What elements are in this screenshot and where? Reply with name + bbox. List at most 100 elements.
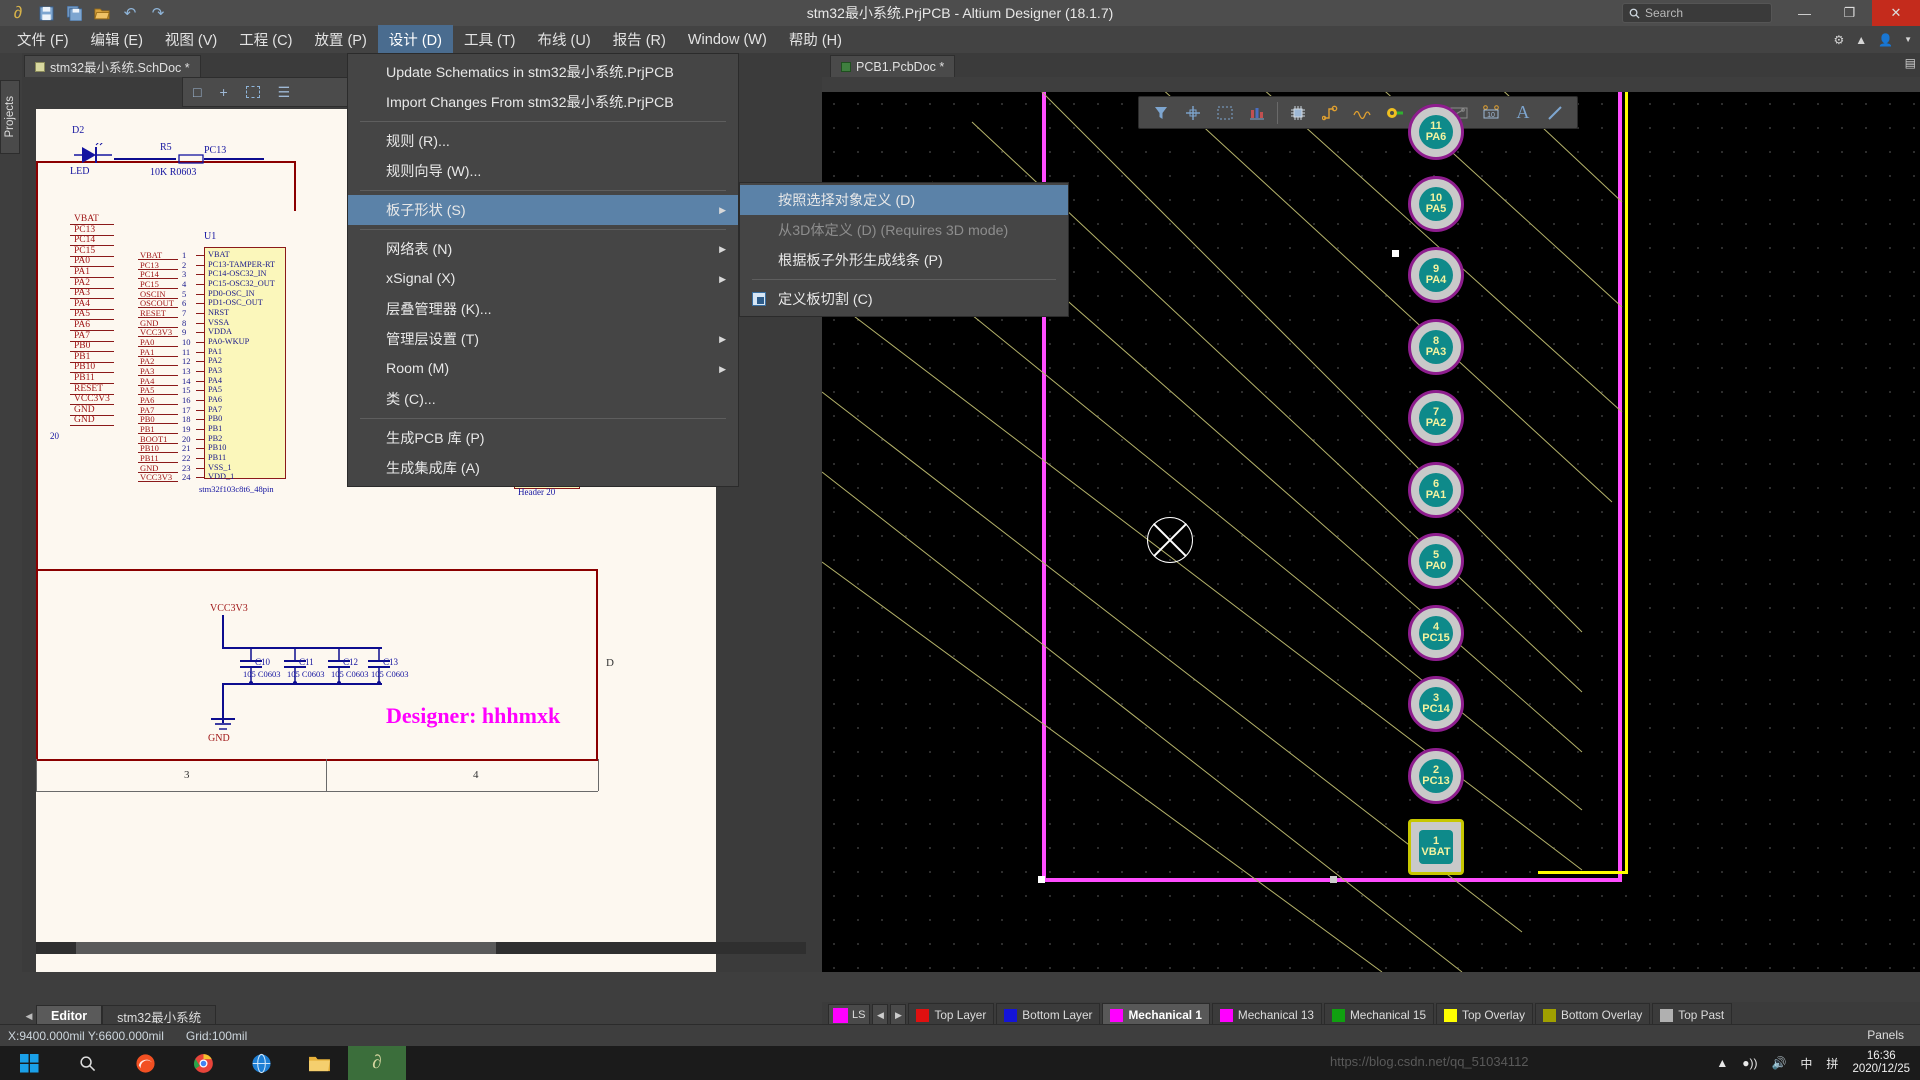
route-trace-icon[interactable] xyxy=(1314,99,1346,127)
save-all-icon[interactable] xyxy=(64,3,84,23)
pcb-pad[interactable]: 8 PA3 xyxy=(1408,318,1464,375)
menu-place[interactable]: 放置 (P) xyxy=(303,25,377,54)
menu-item-xsignal[interactable]: xSignal (X) ▶ xyxy=(348,264,738,294)
pcb-pad[interactable]: 1 VBAT xyxy=(1408,819,1464,875)
differential-pair-icon[interactable] xyxy=(1346,99,1378,127)
menu-item-update-schematics[interactable]: Update Schematics in stm32最小系统.PrjPCB xyxy=(348,57,738,87)
pcb-pad[interactable]: 11 PA6 xyxy=(1408,104,1464,160)
taskbar-edge-icon[interactable] xyxy=(116,1046,174,1080)
menu-item-rule-wizard[interactable]: 规则向导 (W)... xyxy=(348,156,738,186)
component-ref-d2[interactable]: D2 xyxy=(72,125,84,136)
layer-stack-icon[interactable] xyxy=(1241,99,1273,127)
menu-file[interactable]: 文件 (F) xyxy=(6,25,80,54)
board-edge-handle-right[interactable] xyxy=(1392,250,1399,257)
pcb-pad[interactable]: 2 PC13 xyxy=(1408,747,1464,804)
taskbar-browser-icon[interactable] xyxy=(232,1046,290,1080)
taskbar-explorer-icon[interactable] xyxy=(290,1046,348,1080)
capacitor-ref[interactable]: C11 xyxy=(299,657,314,667)
user-account-icon[interactable]: 👤 xyxy=(1878,33,1893,47)
undo-icon[interactable]: ↶ xyxy=(120,3,140,23)
capacitor-ref[interactable]: C12 xyxy=(343,657,358,667)
layer-scroll-next[interactable]: ▶ xyxy=(890,1004,907,1026)
menu-item-make-integrated-library[interactable]: 生成集成库 (A) xyxy=(348,453,738,483)
redo-icon[interactable]: ↷ xyxy=(148,3,168,23)
align-icon[interactable]: ☰ xyxy=(278,84,291,101)
resistor-symbol[interactable] xyxy=(176,153,206,165)
doc-tab-schematic[interactable]: stm32最小系统.SchDoc * xyxy=(24,55,201,77)
board-edge-handle-mid[interactable] xyxy=(1330,876,1337,883)
save-icon[interactable] xyxy=(36,3,56,23)
component-ref-r5[interactable]: R5 xyxy=(160,142,172,153)
chevron-down-icon[interactable]: ▼ xyxy=(1904,35,1912,44)
menu-item-make-pcb-library[interactable]: 生成PCB 库 (P) xyxy=(348,423,738,453)
menu-help[interactable]: 帮助 (H) xyxy=(778,25,853,54)
taskbar-search-icon[interactable] xyxy=(58,1046,116,1080)
pcb-pad[interactable]: 6 PA1 xyxy=(1408,461,1464,518)
close-button[interactable]: ✕ xyxy=(1872,0,1920,26)
led-symbol[interactable] xyxy=(74,143,114,167)
component-ref-u1[interactable]: U1 xyxy=(204,231,216,242)
schematic-hscrollbar[interactable] xyxy=(36,942,806,954)
submenu-item-define-board-cutout[interactable]: 定义板切割 (C) xyxy=(740,284,1068,314)
taskbar-chrome-icon[interactable] xyxy=(174,1046,232,1080)
pcb-pad[interactable]: 5 PA0 xyxy=(1408,533,1464,589)
wifi-icon[interactable]: ●)) xyxy=(1742,1056,1757,1070)
layer-scroll-prev[interactable]: ◀ xyxy=(872,1004,889,1026)
panel-corner-icon[interactable]: ▤ xyxy=(1905,56,1916,70)
menu-item-manage-layer-sets[interactable]: 管理层设置 (T) ▶ xyxy=(348,324,738,354)
place-part-icon[interactable]: + xyxy=(219,84,227,100)
line-icon[interactable] xyxy=(1539,99,1571,127)
pcb-pad[interactable]: 10 PA5 xyxy=(1408,175,1464,232)
doc-tab-pcb[interactable]: PCB1.PcbDoc * xyxy=(830,55,956,77)
menu-item-room[interactable]: Room (M) ▶ xyxy=(348,354,738,384)
ime-chinese-icon[interactable]: 中 xyxy=(1800,1055,1812,1072)
taskbar-altium-icon[interactable]: ∂ xyxy=(348,1046,406,1080)
start-icon[interactable] xyxy=(0,1046,58,1080)
volume-icon[interactable]: 🔊 xyxy=(1771,1056,1786,1070)
menu-item-layer-stack-manager[interactable]: 层叠管理器 (K)... xyxy=(348,294,738,324)
menu-window[interactable]: Window (W) xyxy=(677,28,778,52)
pcb-pad[interactable]: 9 PA4 xyxy=(1408,247,1464,303)
via-icon[interactable] xyxy=(1379,99,1411,127)
board-edge-handle-left[interactable] xyxy=(1038,876,1045,883)
component-icon[interactable] xyxy=(1282,99,1314,127)
menu-design[interactable]: 设计 (D) xyxy=(377,25,453,54)
chevron-up-icon[interactable]: ▲ xyxy=(1716,1056,1728,1070)
open-folder-icon[interactable] xyxy=(92,3,112,23)
altium-logo-icon[interactable]: ∂ xyxy=(8,3,28,23)
ime-pinyin-icon[interactable]: 拼 xyxy=(1826,1055,1838,1072)
minimize-button[interactable]: — xyxy=(1782,0,1827,26)
menu-item-import-changes[interactable]: Import Changes From stm32最小系统.PrjPCB xyxy=(348,87,738,117)
submenu-item-create-primitives-from-board-shape[interactable]: 根据板子外形生成线条 (P) xyxy=(740,245,1068,275)
crosshair-icon[interactable] xyxy=(1177,99,1209,127)
pcb-pad[interactable]: 3 PC14 xyxy=(1408,676,1464,732)
wire-tool-icon[interactable]: □ xyxy=(193,84,201,100)
text-icon[interactable]: A xyxy=(1507,99,1539,127)
sidebar-tab-projects[interactable]: Projects xyxy=(0,80,20,154)
schematic-hscroll-thumb[interactable] xyxy=(76,942,496,954)
capacitor-ref[interactable]: C13 xyxy=(383,657,398,667)
menu-item-classes[interactable]: 类 (C)... xyxy=(348,384,738,414)
editor-tabs-scroll-left[interactable]: ◀ xyxy=(22,1006,36,1026)
layer-set-selector[interactable]: LS xyxy=(828,1004,871,1026)
select-area-icon[interactable] xyxy=(1209,99,1241,127)
menu-edit[interactable]: 编辑 (E) xyxy=(80,25,154,54)
restore-button[interactable]: ❐ xyxy=(1827,0,1872,26)
menu-route[interactable]: 布线 (U) xyxy=(527,25,602,54)
filter-icon[interactable] xyxy=(1145,99,1177,127)
select-area-icon[interactable] xyxy=(245,86,260,98)
notifications-icon[interactable]: ▲ xyxy=(1855,33,1867,47)
menu-item-board-shape[interactable]: 板子形状 (S) ▶ xyxy=(348,195,738,225)
menu-item-rules[interactable]: 规则 (R)... xyxy=(348,126,738,156)
search-input[interactable]: Search xyxy=(1622,3,1772,23)
gear-icon[interactable]: ⚙ xyxy=(1833,33,1844,47)
menu-reports[interactable]: 报告 (R) xyxy=(602,25,677,54)
pcb-pad[interactable]: 7 PA2 xyxy=(1408,390,1464,446)
panels-button[interactable]: Panels xyxy=(1859,1027,1912,1043)
menu-project[interactable]: 工程 (C) xyxy=(228,25,303,54)
pcb-pad[interactable]: 4 PC15 xyxy=(1408,604,1464,661)
coordinate-icon[interactable]: 10 xyxy=(1475,99,1507,127)
capacitor-ref[interactable]: C10 xyxy=(255,657,270,667)
menu-view[interactable]: 视图 (V) xyxy=(154,25,228,54)
submenu-item-define-from-selected-objects[interactable]: 按照选择对象定义 (D) xyxy=(740,185,1068,215)
